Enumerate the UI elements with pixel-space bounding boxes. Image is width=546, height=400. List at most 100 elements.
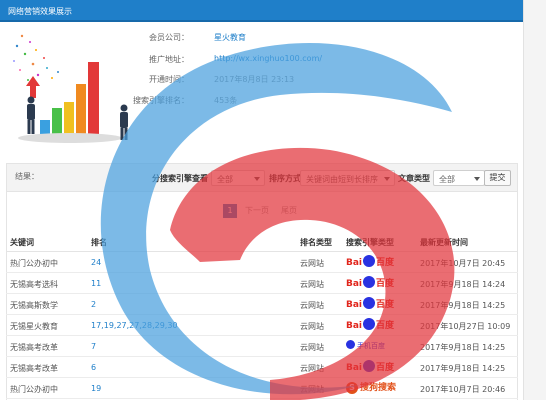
updated-cell: 2017年10月7日 20:45: [420, 259, 506, 268]
engine-logo-part: Bai: [346, 363, 363, 373]
engine-cell: Bai 百度: [346, 360, 394, 376]
engine-cell: Bai 百度: [346, 318, 394, 334]
engine-logo-part: S: [346, 382, 358, 394]
engine-logo-part: [363, 360, 376, 372]
keyword-cell: 热门公办初中: [10, 385, 58, 394]
member-row: 会员公司： 星火教育: [135, 32, 515, 44]
rank-cell[interactable]: 6: [91, 363, 96, 372]
updated-cell: 2017年10月27日 10:09: [420, 322, 511, 331]
chevron-down-icon: [474, 177, 480, 181]
pagination: 1 下一页 尾页: [0, 204, 546, 218]
submit-button[interactable]: 提交: [484, 170, 511, 186]
page-next[interactable]: 下一页: [242, 204, 272, 218]
table-row: 热门公办初中 19 云网站 S 搜狗搜索 2017年10月7日 20:46: [6, 378, 518, 399]
table-row: 无锡高斯数学 2 云网站 Bai 百度 2017年9月18日 14:25: [6, 294, 518, 315]
scrollbar[interactable]: [523, 0, 546, 400]
page-current[interactable]: 1: [223, 204, 237, 218]
engine-logo-part: 手机百度: [357, 342, 385, 350]
engine-select[interactable]: 全部: [211, 170, 265, 186]
updated-cell: 2017年9月18日 14:24: [420, 280, 506, 289]
col-type: 排名类型: [300, 238, 332, 247]
engine-logo-part: [363, 297, 376, 309]
sort-label: 排序方式: [269, 174, 301, 183]
engine-logo-part: 百度: [376, 279, 395, 289]
baidu-logo-icon: Bai 百度: [346, 276, 394, 290]
baidu-logo-icon: Bai 百度: [346, 318, 394, 332]
member-value[interactable]: 星火教育: [214, 32, 246, 43]
table-row: 无锡高考改革 6 云网站 Bai 百度 2017年9月18日 14:25: [6, 357, 518, 378]
col-keyword: 关键词: [10, 238, 34, 247]
doc-type-select-value: 全部: [439, 175, 455, 184]
table-row: 无锡星火教育 17,19,27,27,28,29,30 云网站 Bai 百度 2017年1…: [6, 315, 518, 336]
url-label: 推广地址：: [149, 55, 189, 64]
col-engine: 搜索引擎类型: [346, 238, 394, 247]
engine-select-value: 全部: [217, 175, 233, 184]
engine-cell: Bai 百度: [346, 255, 394, 271]
person-figure-left: [27, 96, 35, 134]
keyword-cell: 无锡高考改革: [10, 364, 58, 373]
person-figure-right: [120, 104, 128, 140]
engine-logo-part: Bai: [346, 300, 363, 310]
engine-logo-part: [346, 340, 355, 349]
rank-cell[interactable]: 24: [91, 258, 101, 267]
col-rank: 排名: [91, 238, 107, 247]
doc-type-select[interactable]: 全部: [433, 170, 485, 186]
table-row: 无锡高考选科 11 云网站 Bai 百度 2017年9月18日 14:24: [6, 273, 518, 294]
engine-logo-part: [363, 318, 376, 330]
rank-cell[interactable]: 19: [91, 384, 101, 393]
filter-bar: 结果： 分搜索引擎查看 全部 排序方式 关键词由短到长排序 文章类型 全部 提交: [7, 164, 517, 192]
chevron-down-icon: [384, 177, 390, 181]
rank-type-cell: 云网站: [300, 322, 324, 331]
engine-logo-part: [363, 276, 376, 288]
open-time-value: 2017年8月8日 23:13: [214, 75, 295, 84]
confetti-dots: [13, 34, 59, 81]
rank-type-cell: 云网站: [300, 385, 324, 394]
engine-logo-part: Bai: [346, 321, 363, 331]
doc-type-label: 文章类型: [398, 174, 430, 183]
bar-4: [76, 84, 86, 136]
engine-logo-part: [363, 255, 376, 267]
engine-cell: 手机百度: [346, 339, 385, 355]
engine-rank-value: 453条: [214, 96, 238, 105]
engine-logo-part: 百度: [376, 321, 395, 331]
open-time-row: 开通时间： 2017年8月8日 23:13: [135, 74, 515, 86]
keyword-cell: 无锡高斯数学: [10, 301, 58, 310]
engine-cell: Bai 百度: [346, 297, 394, 313]
bar-5: [88, 62, 99, 136]
result-label: 结果：: [15, 172, 39, 181]
rank-type-cell: 云网站: [300, 343, 324, 352]
rank-cell[interactable]: 11: [91, 279, 101, 288]
keyword-cell: 无锡星火教育: [10, 322, 58, 331]
baidu-logo-icon: Bai 百度: [346, 255, 394, 269]
keyword-cell: 热门公办初中: [10, 259, 58, 268]
header-bar: 网络营销效果展示: [0, 0, 523, 22]
table-header: 关键词 排名 排名类型 搜索引擎类型 最新更新时间: [6, 234, 518, 252]
page-last[interactable]: 尾页: [277, 204, 301, 218]
engine-logo-part: 百度: [376, 300, 395, 310]
updated-cell: 2017年9月18日 14:25: [420, 364, 506, 373]
engine-logo-part: 百度: [376, 258, 395, 268]
growth-chart-illustration: [13, 34, 128, 143]
updated-cell: 2017年9月18日 14:25: [420, 343, 506, 352]
url-row: 推广地址： http://wx.xinghuo100.com/: [135, 54, 515, 66]
page-title: 网络营销效果展示: [8, 7, 72, 16]
sort-select[interactable]: 关键词由短到长排序: [300, 170, 395, 186]
sort-select-value: 关键词由短到长排序: [306, 175, 378, 184]
engine-logo-part: 百度: [376, 363, 395, 373]
table-row: 热门公办初中 24 云网站 Bai 百度 2017年10月7日 20:45: [6, 252, 518, 273]
open-time-label: 开通时间：: [149, 75, 189, 84]
keyword-cell: 无锡高考选科: [10, 280, 58, 289]
baidu-logo-icon: Bai 百度: [346, 297, 394, 311]
engine-logo-part: Bai: [346, 258, 363, 268]
rank-cell[interactable]: 2: [91, 300, 96, 309]
engine-rank-row: 搜索引擎排名： 453条: [133, 95, 515, 107]
url-link[interactable]: http://wx.xinghuo100.com/: [214, 54, 322, 63]
mobile-baidu-logo-icon: 手机百度: [346, 339, 385, 353]
rank-cell[interactable]: 17,19,27,27,28,29,30: [91, 321, 178, 330]
rank-type-cell: 云网站: [300, 364, 324, 373]
rank-cell[interactable]: 7: [91, 342, 96, 351]
rank-type-cell: 云网站: [300, 301, 324, 310]
updated-cell: 2017年9月18日 14:25: [420, 301, 506, 310]
baidu-logo-icon: Bai 百度: [346, 360, 394, 374]
chevron-down-icon: [254, 177, 260, 181]
